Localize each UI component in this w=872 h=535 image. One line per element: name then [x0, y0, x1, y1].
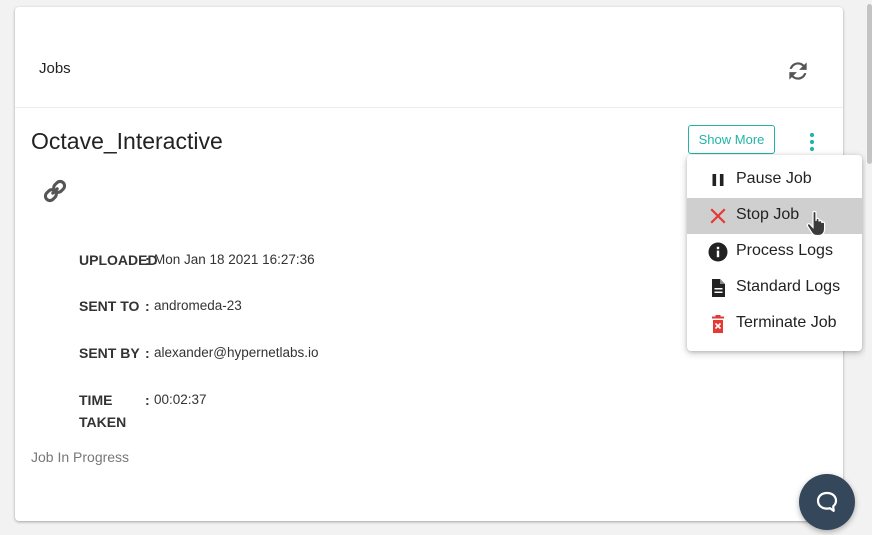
job-status: Job In Progress [31, 449, 130, 465]
detail-label: SENT BY [79, 345, 140, 361]
menu-item-label: Standard Logs [736, 278, 841, 295]
detail-label: UPLOADED [79, 252, 158, 268]
detail-value: andromeda-23 [154, 298, 242, 313]
refresh-button[interactable] [785, 58, 811, 84]
detail-label-line: TAKEN [79, 414, 127, 430]
detail-value: Mon Jan 18 2021 16:27:36 [154, 252, 315, 267]
show-more-button[interactable]: Show More [688, 125, 775, 154]
scrollbar-thumb[interactable] [867, 4, 872, 164]
menu-item-label: Terminate Job [736, 314, 837, 331]
menu-item-label: Pause Job [736, 170, 812, 187]
close-icon [710, 208, 726, 224]
detail-colon: : [145, 298, 150, 314]
more-vertical-icon [809, 132, 815, 152]
menu-item-label: Stop Job [736, 206, 800, 223]
pause-icon [712, 174, 724, 186]
panel-header: Jobs [15, 7, 843, 108]
detail-value: alexander@hypernetlabs.io [154, 345, 319, 360]
job-name: Octave_Interactive [31, 128, 223, 154]
menu-item-standard-logs[interactable]: Standard Logs [687, 270, 862, 306]
menu-item-stop-job[interactable]: Stop Job [687, 198, 862, 234]
chat-icon [816, 491, 838, 512]
more-options-button[interactable] [803, 130, 821, 154]
detail-colon: : [145, 252, 150, 268]
menu-item-process-logs[interactable]: Process Logs [687, 234, 862, 270]
page-title: Jobs [39, 60, 71, 77]
trash-icon [712, 315, 724, 333]
menu-item-label: Process Logs [736, 242, 833, 259]
info-icon [708, 242, 728, 262]
link-icon [43, 179, 67, 203]
menu-item-pause-job[interactable]: Pause Job [687, 162, 862, 198]
chat-button[interactable] [799, 474, 855, 530]
menu-item-terminate-job[interactable]: Terminate Job [687, 306, 862, 342]
detail-label: SENT TO [79, 298, 140, 314]
detail-label-line: TIME [79, 392, 113, 408]
detail-label: TIME TAKEN [79, 389, 149, 433]
link-button[interactable] [41, 177, 69, 205]
document-icon [712, 279, 725, 297]
detail-colon: : [145, 392, 150, 408]
detail-colon: : [145, 345, 150, 361]
job-actions-menu: Pause Job Stop Job Process Logs Standard… [687, 155, 862, 351]
refresh-icon [789, 62, 807, 80]
detail-value: 00:02:37 [154, 392, 207, 407]
